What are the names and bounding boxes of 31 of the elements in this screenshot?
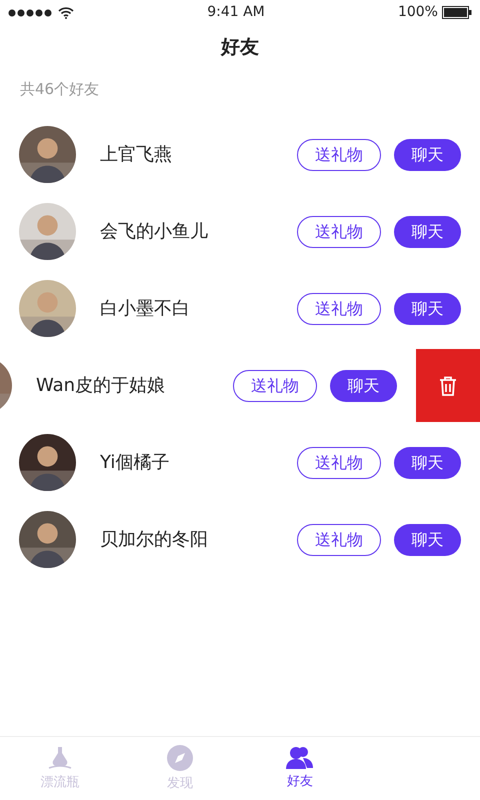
send-gift-button[interactable]: 送礼物 xyxy=(233,370,317,402)
send-gift-button[interactable]: 送礼物 xyxy=(297,524,381,556)
friends-icon xyxy=(286,746,314,770)
friend-name: 上官飞燕 xyxy=(100,143,173,167)
status-time: 9:41 AM xyxy=(207,3,265,22)
send-gift-button[interactable]: 送礼物 xyxy=(297,292,381,324)
chat-button[interactable]: 聊天 xyxy=(394,524,461,556)
battery-icon xyxy=(442,6,472,19)
signal-icon xyxy=(8,8,54,16)
trash-icon xyxy=(439,376,457,396)
battery-percent: 100% xyxy=(398,3,438,22)
chat-button[interactable]: 聊天 xyxy=(394,216,461,248)
send-gift-button[interactable]: 送礼物 xyxy=(297,138,381,170)
send-gift-button[interactable]: 送礼物 xyxy=(297,216,381,248)
delete-button[interactable] xyxy=(416,349,480,422)
wifi-icon xyxy=(58,6,74,18)
friend-count: 共46个好友 xyxy=(19,78,100,100)
tab-bar-item[interactable]: 好友 xyxy=(240,737,360,800)
send-gift-button[interactable]: 送礼物 xyxy=(297,446,381,478)
chat-button[interactable]: 聊天 xyxy=(330,370,397,402)
friend-name: 白小墨不白 xyxy=(100,297,191,321)
chat-button[interactable]: 聊天 xyxy=(394,292,461,324)
friend-name: Yi個橘子 xyxy=(100,451,170,475)
page-title: 好友 xyxy=(220,35,260,60)
chat-button[interactable]: 聊天 xyxy=(394,138,461,170)
friend-name: Wan皮的于姑娘 xyxy=(36,374,166,398)
compass-icon xyxy=(166,744,194,772)
friend-name: 贝加尔的冬阳 xyxy=(100,528,209,552)
chat-button[interactable]: 聊天 xyxy=(394,446,461,478)
friend-name: 会飞的小鱼儿 xyxy=(100,220,209,244)
bottle-icon xyxy=(47,744,73,771)
